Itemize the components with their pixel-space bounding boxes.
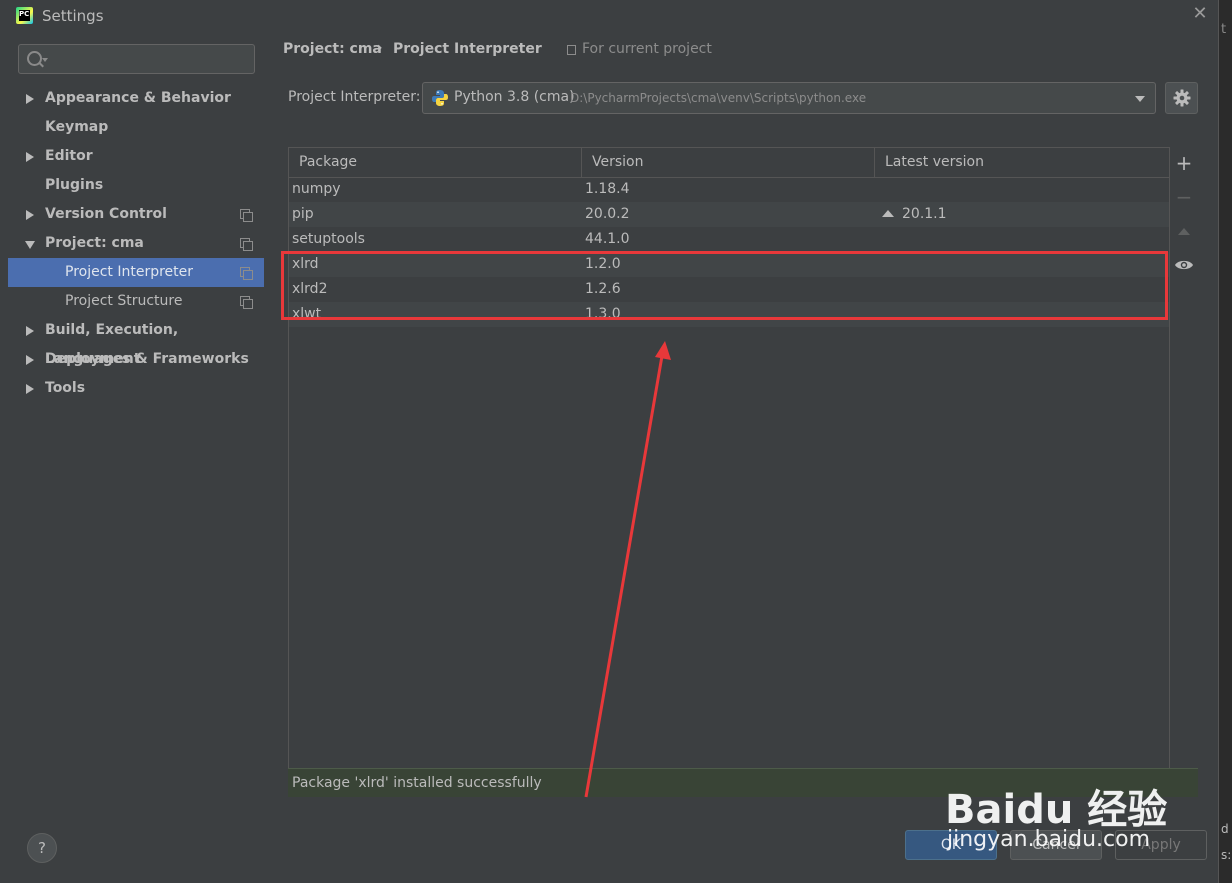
package-name: setuptools (292, 231, 365, 247)
expand-arrow-icon[interactable] (26, 326, 34, 336)
sidebar-item-tools[interactable]: Tools (8, 374, 264, 403)
window-title: Settings (42, 7, 104, 25)
interpreter-label: Project Interpreter: (288, 89, 421, 105)
table-header: Package Version Latest version (289, 148, 1169, 178)
interpreter-dropdown[interactable]: Python 3.8 (cma) D:\PycharmProjects\cma\… (422, 82, 1156, 114)
python-icon (432, 90, 448, 106)
interpreter-settings-button[interactable] (1165, 82, 1198, 114)
background-window-edge: t d s: (1219, 0, 1232, 883)
packages-table: Package Version Latest version numpy 1.1… (288, 147, 1170, 769)
project-scope-icon (240, 209, 253, 222)
project-scope-icon (240, 267, 253, 280)
package-name: numpy (292, 181, 341, 197)
sidebar-item-label: Keymap (45, 119, 109, 135)
table-row[interactable]: setuptools 44.1.0 (289, 227, 1169, 252)
column-header-package[interactable]: Package (299, 148, 357, 177)
sidebar-item-label: Project Structure (65, 293, 183, 309)
chevron-down-icon[interactable] (1135, 96, 1145, 102)
search-icon (27, 51, 42, 66)
table-row[interactable]: xlrd 1.2.0 (289, 252, 1169, 277)
breadcrumb-project[interactable]: Project: cma (283, 41, 382, 57)
apply-button[interactable]: Apply (1115, 830, 1207, 860)
expand-arrow-icon[interactable] (26, 210, 34, 220)
search-input[interactable] (51, 48, 250, 70)
project-scope-icon (240, 238, 253, 251)
sidebar-item-label: Appearance & Behavior (45, 90, 231, 106)
interpreter-path: D:\PycharmProjects\cma\venv\Scripts\pyth… (570, 91, 867, 105)
pycharm-icon: PC (16, 7, 33, 24)
package-version: 1.2.0 (585, 256, 621, 272)
package-name: xlrd (292, 256, 319, 272)
settings-dialog: PC Settings ✕ Appearance & Behavior Keym… (0, 0, 1219, 883)
sidebar-item-keymap[interactable]: Keymap (8, 113, 264, 142)
project-scope-icon (567, 45, 576, 55)
table-row[interactable]: pip 20.0.2 20.1.1 (289, 202, 1169, 227)
package-version: 44.1.0 (585, 231, 630, 247)
sidebar-item-label: Tools (45, 380, 86, 396)
sidebar-item-build-execution-deployment[interactable]: Build, Execution, Deployment (8, 316, 264, 367)
package-name: xlrd2 (292, 281, 328, 297)
status-bar: Package 'xlrd' installed successfully (288, 768, 1198, 797)
sidebar-item-project-structure[interactable]: Project Structure (8, 287, 264, 316)
interpreter-name: Python 3.8 (cma) (454, 89, 575, 105)
sidebar-item-plugins[interactable]: Plugins (8, 171, 264, 200)
cancel-button[interactable]: Cancel (1010, 830, 1102, 860)
help-button[interactable]: ? (27, 833, 57, 863)
show-early-releases-eye-icon[interactable] (1174, 258, 1194, 272)
settings-content: Project: cma › Project Interpreter For c… (264, 32, 1218, 816)
settings-sidebar: Appearance & Behavior Keymap Editor Plug… (8, 32, 264, 816)
expand-arrow-icon[interactable] (26, 355, 34, 365)
title-bar: PC Settings ✕ (0, 0, 1218, 32)
package-name: xlwt (292, 306, 322, 322)
column-divider[interactable] (874, 148, 875, 177)
status-message: Package 'xlrd' installed successfully (292, 775, 542, 791)
search-field[interactable] (18, 44, 255, 74)
sidebar-item-editor[interactable]: Editor (8, 142, 264, 171)
gear-icon (1173, 89, 1191, 107)
column-header-version[interactable]: Version (592, 148, 643, 177)
sidebar-item-label: Editor (45, 148, 93, 164)
sidebar-item-version-control[interactable]: Version Control (8, 200, 264, 229)
ok-button[interactable]: OK (905, 830, 997, 860)
sidebar-item-languages-frameworks[interactable]: Languages & Frameworks (8, 345, 264, 374)
package-name: pip (292, 206, 314, 222)
sidebar-item-project-cma[interactable]: Project: cma (8, 229, 264, 258)
remove-package-icon[interactable]: − (1174, 187, 1194, 207)
sidebar-item-label: Project Interpreter (65, 264, 194, 280)
search-options-caret-icon[interactable] (42, 58, 48, 62)
package-version: 1.18.4 (585, 181, 630, 197)
table-row[interactable]: xlrd2 1.2.6 (289, 277, 1169, 302)
table-row[interactable]: xlwt 1.3.0 (289, 302, 1169, 327)
package-version: 1.2.6 (585, 281, 621, 297)
dialog-footer: ? OK Cancel Apply (0, 816, 1218, 883)
expand-arrow-icon[interactable] (26, 94, 34, 104)
breadcrumb-page: Project Interpreter (393, 41, 542, 57)
upgrade-available-icon (882, 210, 894, 217)
sidebar-item-label: Version Control (45, 206, 167, 222)
background-text: t (1221, 22, 1227, 37)
column-header-latest-version[interactable]: Latest version (885, 148, 984, 177)
collapse-arrow-icon[interactable] (25, 241, 35, 249)
scope-label: For current project (582, 41, 712, 57)
sidebar-item-appearance-behavior[interactable]: Appearance & Behavior (8, 84, 264, 113)
background-text: s: (1221, 848, 1232, 862)
sidebar-item-label: Languages & Frameworks (45, 351, 249, 367)
close-icon[interactable]: ✕ (1190, 4, 1210, 24)
column-divider[interactable] (581, 148, 582, 177)
package-latest-version: 20.1.1 (902, 206, 947, 222)
package-version: 1.3.0 (585, 306, 621, 322)
table-row[interactable]: numpy 1.18.4 (289, 177, 1169, 202)
breadcrumb-separator: › (377, 40, 383, 56)
project-scope-icon (240, 296, 253, 309)
expand-arrow-icon[interactable] (26, 152, 34, 162)
add-package-icon[interactable]: + (1174, 153, 1194, 173)
sidebar-item-label: Project: cma (45, 235, 144, 251)
expand-arrow-icon[interactable] (26, 384, 34, 394)
package-version: 20.0.2 (585, 206, 630, 222)
upgrade-package-icon[interactable] (1178, 228, 1190, 235)
sidebar-item-label: Plugins (45, 177, 104, 193)
background-text: d (1221, 822, 1229, 836)
sidebar-item-project-interpreter[interactable]: Project Interpreter (8, 258, 264, 287)
